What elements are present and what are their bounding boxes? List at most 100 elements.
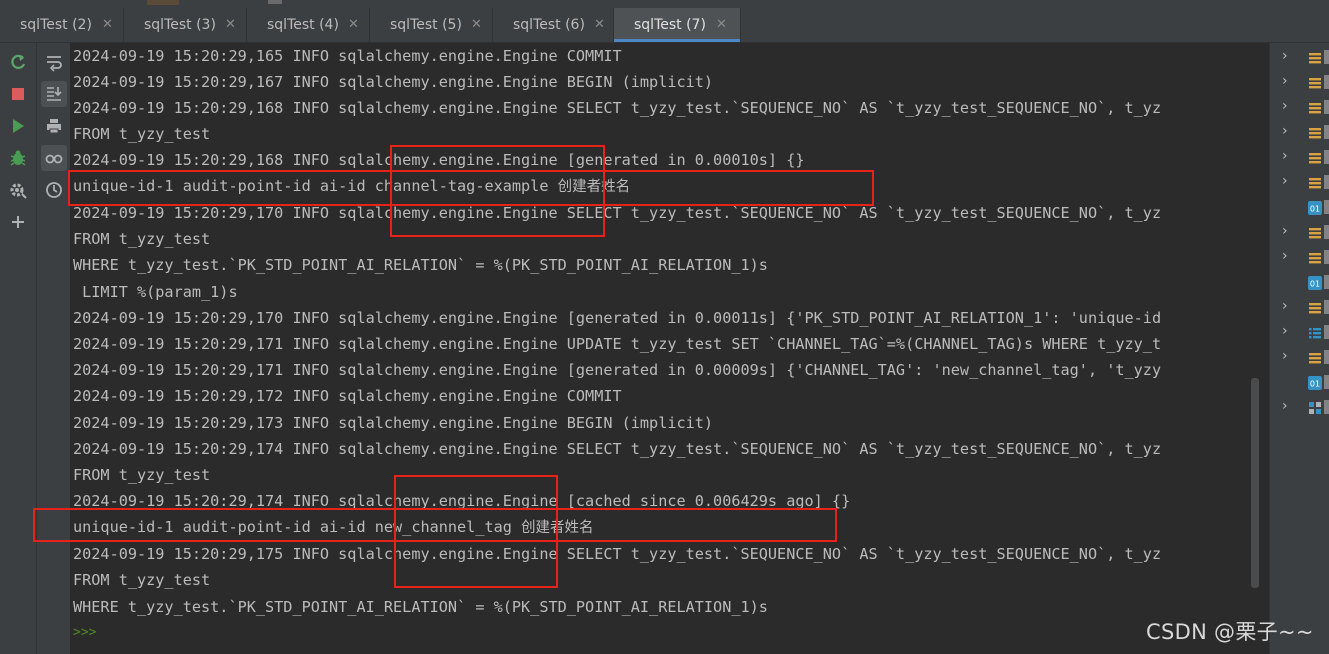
console-line: WHERE t_yzy_test.`PK_STD_POINT_AI_RELATI… [73, 256, 768, 274]
variable-row[interactable]: › [1270, 296, 1329, 318]
debug-icon[interactable] [8, 148, 28, 168]
annotation-box [33, 508, 837, 542]
console-line: 2024-09-19 15:20:29,170 INFO sqlalchemy.… [73, 309, 1162, 327]
console-line: FROM t_yzy_test [73, 230, 211, 248]
stop-icon[interactable] [8, 84, 28, 104]
soft-wrap-icon[interactable] [44, 52, 64, 72]
tab-sqltest-7[interactable]: sqlTest (7) ✕ [614, 8, 741, 42]
variable-row[interactable]: › [1270, 221, 1329, 243]
tab-sqltest-2[interactable]: sqlTest (2) ✕ [0, 8, 124, 42]
variable-row[interactable]: › [1270, 71, 1329, 93]
field-icon [1308, 125, 1322, 139]
console-line: 2024-09-19 15:20:29,173 INFO sqlalchemy.… [73, 414, 714, 432]
row-edge [1324, 100, 1329, 114]
console-prompt[interactable]: >>> [73, 620, 96, 646]
active-tab-indicator [614, 39, 740, 42]
console-line: FROM t_yzy_test [73, 571, 211, 589]
variable-row[interactable]: › [1270, 321, 1329, 343]
svg-text:01: 01 [1310, 380, 1320, 389]
annotation-box [68, 170, 874, 206]
field-icon [1308, 175, 1322, 189]
variable-row[interactable]: › [1270, 146, 1329, 168]
variable-row[interactable]: › [1270, 396, 1329, 418]
chevron-right-icon[interactable]: › [1282, 73, 1288, 89]
print-icon[interactable] [44, 116, 64, 136]
view-variables-icon[interactable] [41, 145, 67, 171]
close-icon[interactable]: ✕ [348, 8, 359, 42]
close-icon[interactable]: ✕ [225, 8, 236, 42]
field-icon [1308, 150, 1322, 164]
csdn-watermark: CSDN @栗子~~ [1146, 620, 1314, 644]
tab-label: sqlTest (4) [267, 17, 339, 33]
run-icon[interactable] [8, 116, 28, 136]
console-line: 2024-09-19 15:20:29,175 INFO sqlalchemy.… [73, 545, 1162, 563]
console-scrollbar[interactable] [1251, 378, 1259, 588]
int-icon: 01 [1308, 275, 1322, 290]
console-tab-bar: sqlTest (2) ✕ sqlTest (3) ✕ sqlTest (4) … [0, 8, 1329, 43]
chevron-right-icon[interactable]: › [1282, 348, 1288, 364]
top-decoration [147, 0, 179, 5]
variable-row[interactable]: › [1270, 246, 1329, 268]
variables-panel: › › › › › › 01 › › 01 › › › 01 › [1269, 43, 1329, 654]
int-icon: 01 [1308, 375, 1322, 390]
svg-text:01: 01 [1310, 280, 1320, 289]
row-edge [1324, 125, 1329, 139]
close-icon[interactable]: ✕ [471, 8, 482, 42]
console-line: 2024-09-19 15:20:29,171 INFO sqlalchemy.… [73, 361, 1162, 379]
row-edge [1324, 400, 1329, 414]
field-icon [1308, 50, 1322, 64]
field-icon [1308, 350, 1322, 364]
tab-sqltest-4[interactable]: sqlTest (4) ✕ [247, 8, 370, 42]
row-edge [1324, 225, 1329, 239]
console-line: 2024-09-19 15:20:29,172 INFO sqlalchemy.… [73, 387, 622, 405]
chevron-right-icon[interactable]: › [1282, 123, 1288, 139]
chevron-right-icon[interactable]: › [1282, 323, 1288, 339]
console-line: 2024-09-19 15:20:29,174 INFO sqlalchemy.… [73, 440, 1162, 458]
chevron-right-icon[interactable]: › [1282, 173, 1288, 189]
tab-sqltest-6[interactable]: sqlTest (6) ✕ [493, 8, 614, 42]
tab-sqltest-5[interactable]: sqlTest (5) ✕ [370, 8, 493, 42]
tab-label: sqlTest (7) [634, 17, 706, 33]
rerun-icon[interactable] [8, 52, 28, 72]
row-edge [1324, 50, 1329, 64]
variable-row[interactable]: 01 [1270, 371, 1329, 393]
close-icon[interactable]: ✕ [594, 8, 605, 42]
variable-row[interactable]: › [1270, 121, 1329, 143]
variable-row[interactable]: 01 [1270, 271, 1329, 293]
tab-sqltest-3[interactable]: sqlTest (3) ✕ [124, 8, 247, 42]
variable-row[interactable]: 01 [1270, 196, 1329, 218]
variable-row[interactable]: › [1270, 46, 1329, 68]
svg-text:01: 01 [1310, 205, 1320, 214]
tab-label: sqlTest (5) [390, 17, 462, 33]
console-line: FROM t_yzy_test [73, 125, 211, 143]
field-icon [1308, 225, 1322, 239]
console-line: WHERE t_yzy_test.`PK_STD_POINT_AI_RELATI… [73, 598, 768, 616]
chevron-right-icon[interactable]: › [1282, 248, 1288, 264]
chevron-right-icon[interactable]: › [1282, 148, 1288, 164]
int-icon: 01 [1308, 200, 1322, 215]
chevron-right-icon[interactable]: › [1282, 298, 1288, 314]
console-line: FROM t_yzy_test [73, 466, 211, 484]
row-edge [1324, 200, 1329, 214]
top-decoration-2 [268, 0, 282, 4]
close-icon[interactable]: ✕ [102, 8, 113, 42]
field-icon [1308, 100, 1322, 114]
row-edge [1324, 75, 1329, 89]
field-icon [1308, 75, 1322, 89]
variable-row[interactable]: › [1270, 171, 1329, 193]
history-icon[interactable] [44, 180, 64, 200]
chevron-right-icon[interactable]: › [1282, 48, 1288, 64]
chevron-right-icon[interactable]: › [1282, 398, 1288, 414]
window-top-strip [0, 0, 1329, 8]
scroll-to-end-icon[interactable] [41, 81, 67, 107]
variable-row[interactable]: › [1270, 346, 1329, 368]
close-icon[interactable]: ✕ [716, 8, 727, 42]
chevron-right-icon[interactable]: › [1282, 223, 1288, 239]
add-icon[interactable] [8, 212, 28, 232]
console-toolbar [37, 43, 71, 654]
console-output[interactable]: 2024-09-19 15:20:29,165 INFO sqlalchemy.… [71, 43, 1263, 654]
chevron-right-icon[interactable]: › [1282, 98, 1288, 114]
settings-icon[interactable] [8, 180, 28, 200]
variable-row[interactable]: › [1270, 96, 1329, 118]
console-line: 2024-09-19 15:20:29,171 INFO sqlalchemy.… [73, 335, 1162, 353]
